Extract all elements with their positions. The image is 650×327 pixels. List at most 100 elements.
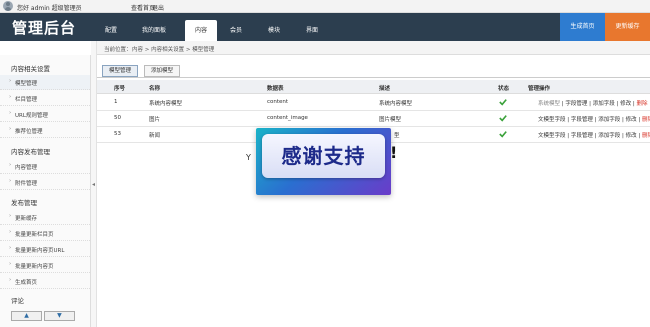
sidebar-item-model-manage[interactable]: › 模型管理 <box>0 75 90 90</box>
status-ok-icon <box>499 131 507 138</box>
nav-tab-content[interactable]: 内容 <box>185 20 217 41</box>
tab-model-manage[interactable]: 模型管理 <box>102 65 138 77</box>
table-header: 序号 名称 数据表 描述 状态 管理操作 <box>97 80 650 94</box>
sidebar-item-label: 生成首页 <box>15 280 38 286</box>
scroll-up-button[interactable]: ▲ <box>11 311 42 321</box>
overlay-small-glyph: Y <box>246 153 251 162</box>
generate-homepage-button[interactable]: 生成首页 <box>560 13 605 41</box>
cell-name: 系统内容模型 <box>149 101 183 107</box>
overlay-exclamation: ! <box>390 143 398 162</box>
sidebar-item-attachment-manage[interactable]: › 附件管理 <box>0 175 90 190</box>
cell-name: 新闻 <box>149 133 161 139</box>
system-model-label: 系统模型 <box>538 101 561 107</box>
nav-tab-dashboard[interactable]: 我的面板 <box>142 25 166 34</box>
delete-link[interactable]: 删除 <box>642 117 650 123</box>
chevron-right-icon: › <box>9 94 12 100</box>
chevron-right-icon: › <box>9 162 12 168</box>
add-field-link[interactable]: 添加字段 <box>598 117 620 123</box>
chevron-right-icon: › <box>9 261 12 267</box>
breadcrumb-label: 当前位置： <box>104 47 132 53</box>
scroll-down-button[interactable]: ▼ <box>43 311 75 321</box>
sidebar-item-label: URL规则管理 <box>15 113 48 119</box>
edit-link[interactable]: 修改 <box>620 101 631 107</box>
add-field-link[interactable]: 添加字段 <box>598 133 620 139</box>
chevron-right-icon: › <box>9 78 12 84</box>
field-manage-link[interactable]: 字段管理 <box>565 101 587 107</box>
delete-link[interactable]: 删除 <box>642 133 650 139</box>
col-header-name: 名称 <box>149 86 161 92</box>
thanks-banner: 感谢支持 <box>256 128 391 195</box>
breadcrumb: 当前位置： 内容 > 内容相关设置 > 模型管理 <box>97 41 650 55</box>
nav-tab-interface[interactable]: 界面 <box>306 25 318 34</box>
sidebar-item-label: 批量更新栏目页 <box>15 232 54 238</box>
sidebar-section-title: 评论 <box>11 297 24 305</box>
sidebar: 内容相关设置 › 模型管理 › 栏目管理 › URL规则管理 › 推荐位管理 内容发布管… <box>0 55 91 327</box>
chevron-right-icon: › <box>9 126 12 132</box>
update-cache-button[interactable]: 更新缓存 <box>605 13 650 41</box>
chevron-right-icon: › <box>9 110 12 116</box>
col-header-desc: 描述 <box>379 86 391 92</box>
chevron-right-icon: › <box>9 213 12 219</box>
table-row: 1 系统内容模型 content 系统内容模型 系统模型 | 字段管理 | 添加… <box>97 95 650 111</box>
table-row: 50 图片 content_image 图片模型 文模型字段 | 字段管理 | … <box>97 111 650 127</box>
cell-desc: 系统内容模型 <box>379 101 413 107</box>
col-header-id: 序号 <box>114 86 126 92</box>
user-greeting: 您好 admin 超级管理员 <box>17 5 82 12</box>
nav-tab-config[interactable]: 配置 <box>105 25 117 34</box>
cell-desc: 型 <box>394 133 400 139</box>
export-model-link[interactable]: 文模型字段 <box>538 117 566 123</box>
sidebar-item-label: 批量更新内容页URL <box>15 248 65 254</box>
sidebar-item-label: 批量更新内容页 <box>15 264 54 270</box>
sidebar-section-title: 发布管理 <box>11 199 37 207</box>
add-field-link[interactable]: 添加字段 <box>593 101 615 107</box>
sidebar-item-batch-content-url[interactable]: › 批量更新内容页URL <box>0 242 90 257</box>
cell-id: 50 <box>114 115 121 121</box>
logout-link[interactable]: 退出 <box>152 3 164 12</box>
cell-id: 1 <box>114 99 118 105</box>
col-header-actions: 管理操作 <box>528 86 551 92</box>
edit-link[interactable]: 修改 <box>626 117 637 123</box>
row-actions: 系统模型 | 字段管理 | 添加字段 | 修改 | 删除 <box>538 101 648 107</box>
chevron-right-icon: › <box>9 277 12 283</box>
status-ok-icon <box>499 99 507 106</box>
top-utility-bar: 您好 admin 超级管理员 查看首页 退出 <box>0 0 650 13</box>
sidebar-item-label: 推荐位管理 <box>15 129 43 135</box>
sidebar-scroll-controls: ▲ ▼ <box>11 311 77 321</box>
row-actions: 文模型字段 | 字段管理 | 添加字段 | 修改 | 删除 <box>538 131 650 139</box>
cell-table: content_image <box>267 115 308 121</box>
collapse-arrow-icon[interactable]: ◂ <box>92 181 95 188</box>
cell-id: 53 <box>114 131 121 137</box>
sidebar-item-update-cache[interactable]: › 更新缓存 <box>0 210 90 225</box>
sidebar-item-batch-content[interactable]: › 批量更新内容页 <box>0 258 90 273</box>
sidebar-item-batch-category[interactable]: › 批量更新栏目页 <box>0 226 90 241</box>
col-header-status: 状态 <box>498 86 510 92</box>
tab-underline <box>97 77 650 78</box>
sidebar-item-recommend-positions[interactable]: › 推荐位管理 <box>0 123 90 138</box>
status-ok-icon <box>499 115 507 122</box>
sidebar-section-title: 内容相关设置 <box>11 65 50 73</box>
cell-name: 图片 <box>149 117 161 123</box>
nav-tab-members[interactable]: 会员 <box>230 25 242 34</box>
chevron-right-icon: › <box>9 229 12 235</box>
delete-link[interactable]: 删除 <box>637 101 648 107</box>
edit-link[interactable]: 修改 <box>626 133 637 139</box>
sidebar-item-label: 附件管理 <box>15 181 38 187</box>
brand-title: 管理后台 <box>12 19 77 37</box>
sidebar-item-label: 栏目管理 <box>15 97 38 103</box>
field-manage-link[interactable]: 字段管理 <box>571 117 593 123</box>
nav-tab-modules[interactable]: 模块 <box>268 25 280 34</box>
sidebar-item-generate-home[interactable]: › 生成首页 <box>0 274 90 289</box>
breadcrumb-path: 内容 > 内容相关设置 > 模型管理 <box>132 47 215 53</box>
export-model-link[interactable]: 文模型字段 <box>538 133 566 139</box>
main-header: 管理后台 配置 我的面板 内容 会员 模块 界面 生成首页 更新缓存 <box>0 13 650 41</box>
sidebar-item-content-manage[interactable]: › 内容管理 <box>0 159 90 174</box>
chevron-right-icon: › <box>9 245 12 251</box>
sidebar-item-url-rules[interactable]: › URL规则管理 <box>0 107 90 122</box>
field-manage-link[interactable]: 字段管理 <box>571 133 593 139</box>
thanks-banner-text: 感谢支持 <box>262 134 385 178</box>
tab-add-model[interactable]: 添加模型 <box>144 65 180 77</box>
cell-desc: 图片模型 <box>379 117 402 123</box>
sidebar-item-category-manage[interactable]: › 栏目管理 <box>0 91 90 106</box>
sidebar-section-title: 内容发布管理 <box>11 148 50 156</box>
sidebar-item-label: 模型管理 <box>15 81 38 87</box>
